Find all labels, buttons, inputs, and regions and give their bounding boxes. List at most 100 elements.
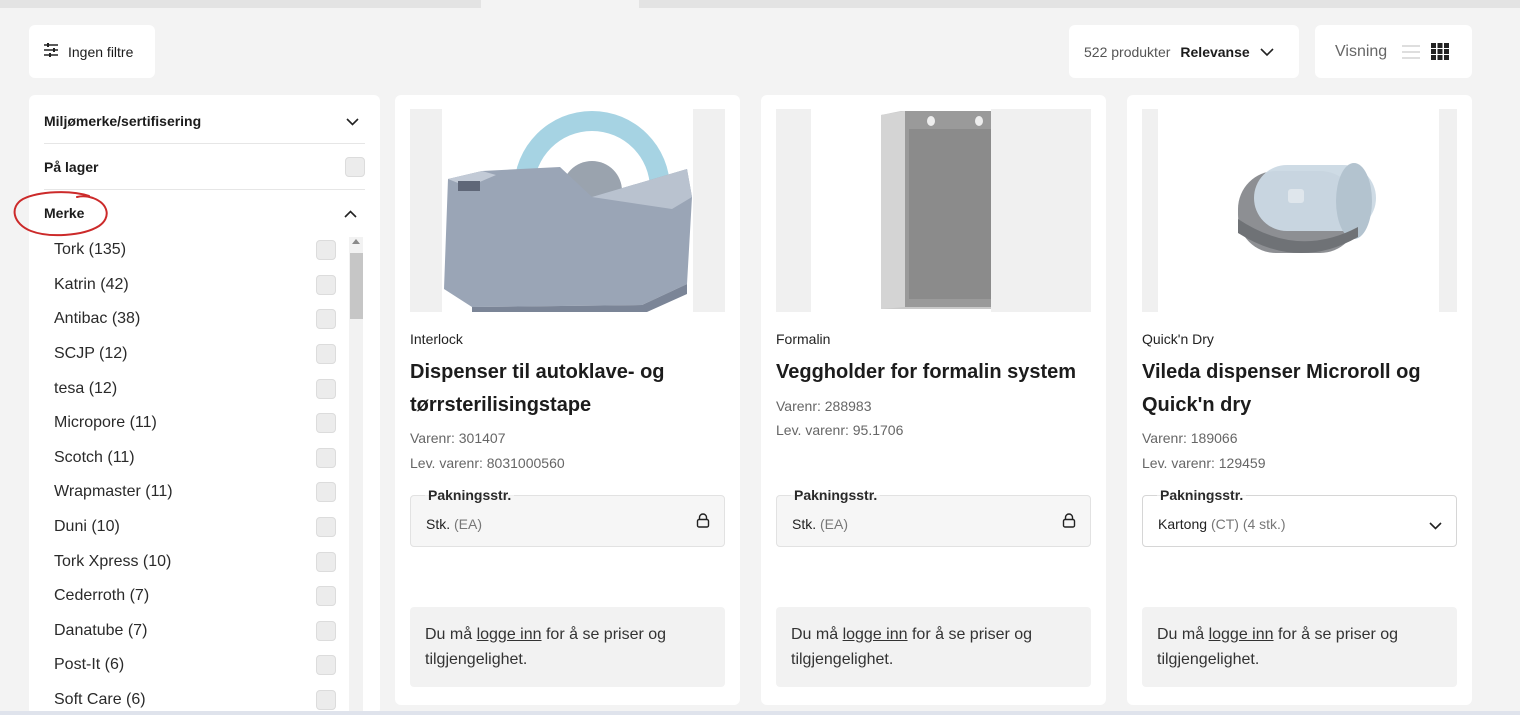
brand-filter-label: Micropore (11): [54, 414, 157, 432]
brand-filter-item[interactable]: SCJP (12): [54, 337, 336, 372]
product-lev-varenr: Lev. varenr: 95.1706: [776, 422, 904, 438]
brand-checkbox[interactable]: [316, 551, 336, 572]
package-size-label: Pakningsstr.: [1157, 487, 1247, 503]
product-brand: Quick'n Dry: [1142, 331, 1214, 347]
grid-view-icon[interactable]: [1431, 43, 1450, 60]
package-size-field: Pakningsstr. Stk. (EA): [410, 487, 725, 547]
brand-filter-item[interactable]: Cederroth (7): [54, 579, 336, 614]
brand-checkbox[interactable]: [316, 309, 336, 330]
product-lev-varenr: Lev. varenr: 129459: [1142, 455, 1266, 471]
package-size-value: Stk. (EA): [426, 516, 482, 532]
sort-value: Relevanse: [1180, 43, 1250, 60]
brand-checkbox[interactable]: [316, 655, 336, 676]
in-stock-checkbox[interactable]: [345, 157, 365, 177]
package-size-field: Pakningsstr. Stk. (EA): [776, 487, 1091, 547]
brand-filter-item[interactable]: Wrapmaster (11): [54, 475, 336, 510]
lock-icon: [696, 513, 710, 533]
product-card[interactable]: Formalin Veggholder for formalin system …: [761, 95, 1106, 705]
filter-section-miljomerke[interactable]: Miljømerke/sertifisering: [44, 99, 365, 144]
brand-filter-label: SCJP (12): [54, 345, 128, 363]
brand-filter-item[interactable]: Post-It (6): [54, 648, 336, 683]
brand-filter-label: Katrin (42): [54, 275, 129, 293]
product-varenr: Varenr: 301407: [410, 430, 506, 446]
brand-checkbox[interactable]: [316, 586, 336, 607]
product-card[interactable]: Interlock Dispenser til autoklave- og tø…: [395, 95, 740, 705]
brand-filter-item[interactable]: Antibac (38): [54, 302, 336, 337]
brand-filter-label: tesa (12): [54, 379, 118, 397]
brand-list-scrollbar[interactable]: [349, 237, 363, 715]
chevron-up-icon: [344, 205, 365, 221]
package-unit: Kartong: [1158, 516, 1208, 532]
product-image[interactable]: [776, 109, 1091, 312]
package-code: (EA): [454, 516, 483, 532]
brand-checkbox[interactable]: [316, 620, 336, 641]
brand-filter-item[interactable]: Tork Xpress (10): [54, 544, 336, 579]
login-link[interactable]: logge inn: [1209, 626, 1274, 643]
product-count: 522 produkter: [1084, 43, 1171, 60]
chevron-down-icon: [1429, 517, 1442, 535]
scroll-up-arrow-icon[interactable]: [352, 239, 360, 244]
brand-filter-label: Danatube (7): [54, 621, 148, 639]
list-view-icon[interactable]: [1401, 44, 1421, 60]
brand-checkbox[interactable]: [316, 274, 336, 295]
product-varenr: Varenr: 189066: [1142, 430, 1238, 446]
product-image[interactable]: [410, 109, 725, 312]
sliders-icon: [43, 43, 59, 60]
brand-checkbox[interactable]: [316, 344, 336, 365]
product-card[interactable]: Quick'n Dry Vileda dispenser Microroll o…: [1127, 95, 1472, 705]
product-brand: Formalin: [776, 331, 831, 347]
package-code: (EA): [820, 516, 849, 532]
filters-button[interactable]: Ingen filtre: [29, 25, 155, 78]
product-title[interactable]: Dispenser til autoklave- og tørrsterilis…: [410, 356, 728, 422]
login-link[interactable]: logge inn: [843, 626, 908, 643]
brand-checkbox[interactable]: [316, 240, 336, 261]
scrollbar-thumb[interactable]: [350, 253, 363, 319]
view-label: Visning: [1335, 42, 1388, 60]
filter-section-pa-lager[interactable]: På lager: [44, 145, 365, 190]
product-title[interactable]: Veggholder for formalin system: [776, 356, 1094, 389]
brand-checkbox[interactable]: [316, 447, 336, 468]
brand-checkbox[interactable]: [316, 378, 336, 399]
chevron-down-icon: [1260, 44, 1274, 60]
brand-filter-item[interactable]: Danatube (7): [54, 614, 336, 649]
filter-section-label: På lager: [44, 159, 99, 175]
brand-filter-list: Tork (135) Katrin (42) Antibac (38) SCJP…: [54, 233, 336, 715]
filter-section-label: Miljømerke/sertifisering: [44, 113, 202, 129]
sort-dropdown[interactable]: 522 produkter Relevanse: [1069, 25, 1299, 78]
brand-filter-label: Tork (135): [54, 241, 127, 259]
brand-filter-label: Tork Xpress (10): [54, 552, 172, 570]
brand-filter-item[interactable]: Katrin (42): [54, 268, 336, 303]
roll-dispenser-image: [1238, 163, 1376, 254]
filter-section-merke[interactable]: Merke: [44, 190, 365, 235]
login-notice: Du må logge inn for å se priser og tilgj…: [1142, 607, 1457, 687]
product-varenr: Varenr: 288983: [776, 398, 872, 414]
filters-label: Ingen filtre: [68, 43, 134, 60]
package-size-select[interactable]: Pakningsstr. Kartong (CT) (4 stk.): [1142, 487, 1457, 547]
brand-filter-item[interactable]: Micropore (11): [54, 406, 336, 441]
filter-sidebar: Miljømerke/sertifisering På lager Merke …: [29, 95, 380, 715]
product-brand: Interlock: [410, 331, 463, 347]
filter-section-label: Merke: [44, 204, 85, 221]
package-unit: Stk.: [792, 516, 817, 532]
wall-holder-image: [881, 109, 1015, 312]
brand-filter-item[interactable]: Scotch (11): [54, 441, 336, 476]
product-title[interactable]: Vileda dispenser Microroll og Quick'n dr…: [1142, 356, 1460, 422]
view-toggle: Visning: [1315, 25, 1472, 78]
package-size-label: Pakningsstr.: [791, 487, 881, 503]
package-unit: Stk.: [426, 516, 451, 532]
product-image[interactable]: [1142, 109, 1457, 312]
bottom-edge: [0, 711, 1520, 715]
brand-filter-label: Soft Care (6): [54, 691, 146, 709]
brand-checkbox[interactable]: [316, 517, 336, 538]
lock-icon: [1062, 513, 1076, 533]
brand-filter-item[interactable]: tesa (12): [54, 371, 336, 406]
brand-checkbox[interactable]: [316, 690, 336, 711]
brand-filter-item[interactable]: Duni (10): [54, 510, 336, 545]
tape-dispenser-image: [444, 111, 692, 312]
brand-filter-item[interactable]: Tork (135): [54, 233, 336, 268]
login-notice: Du må logge inn for å se priser og tilgj…: [776, 607, 1091, 687]
login-prefix: Du må: [1157, 626, 1205, 643]
brand-checkbox[interactable]: [316, 413, 336, 434]
login-link[interactable]: logge inn: [477, 626, 542, 643]
brand-checkbox[interactable]: [316, 482, 336, 503]
